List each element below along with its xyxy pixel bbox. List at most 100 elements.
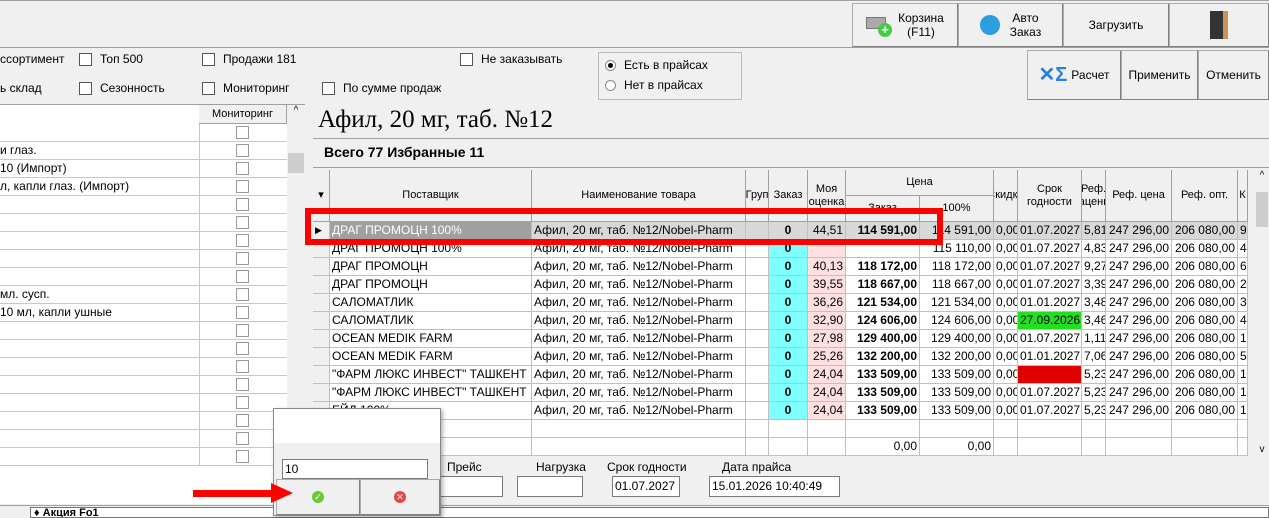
left-list-item[interactable] <box>0 394 287 412</box>
quantity-input[interactable]: 10 <box>282 459 428 479</box>
monitoring-checkbox[interactable] <box>236 216 249 229</box>
monitoring-checkbox[interactable] <box>236 252 249 265</box>
cancel-button[interactable]: Отменить <box>1198 50 1269 100</box>
left-list-item[interactable] <box>0 358 287 376</box>
header-extra[interactable]: К <box>1238 170 1248 222</box>
empty-cell <box>1238 420 1248 438</box>
filter-do-not-order[interactable]: Не заказывать <box>460 52 562 66</box>
grid-scrollbar[interactable]: ^ v <box>1255 170 1269 455</box>
monitoring-checkbox[interactable] <box>236 162 249 175</box>
price-field[interactable] <box>440 476 503 497</box>
cell-ref_markup: 3,46 <box>1082 312 1106 330</box>
cart-button[interactable]: + Корзина (F11) <box>852 3 958 47</box>
checkbox[interactable] <box>460 52 473 66</box>
header-discount[interactable]: Скидка <box>994 170 1018 222</box>
monitoring-checkbox[interactable] <box>236 180 249 193</box>
monitoring-checkbox[interactable] <box>236 450 249 463</box>
filter-by-sales-sum[interactable]: По сумме продаж <box>322 81 441 95</box>
cell-discount: 0,00 <box>994 294 1018 312</box>
monitoring-checkbox[interactable] <box>236 288 249 301</box>
left-list-item[interactable] <box>0 340 287 358</box>
cell-extra: 2 <box>1238 276 1248 294</box>
cell-order[interactable]: 0 <box>769 276 808 294</box>
monitoring-checkbox[interactable] <box>236 270 249 283</box>
apply-button[interactable]: Применить <box>1121 50 1198 100</box>
left-list-item[interactable] <box>0 124 287 142</box>
radio-in-prices[interactable]: Есть в прайсах <box>605 55 735 75</box>
left-list-item[interactable] <box>0 448 287 466</box>
left-list-item[interactable]: мл. сусп. <box>0 286 287 304</box>
monitoring-checkbox[interactable] <box>236 378 249 391</box>
load-field[interactable] <box>517 476 583 497</box>
left-list-item[interactable] <box>0 196 287 214</box>
filter-monitoring[interactable]: Мониторинг <box>202 81 290 95</box>
expiry-field[interactable]: 01.07.2027 <box>612 476 680 497</box>
left-list-item[interactable]: и глаз. <box>0 142 287 160</box>
promo-tab[interactable]: ♦ Акция Fo1 <box>30 507 1269 518</box>
monitoring-checkbox[interactable] <box>236 144 249 157</box>
cell-order[interactable]: 0 <box>769 258 808 276</box>
monitoring-checkbox[interactable] <box>236 342 249 355</box>
cell-order[interactable]: 0 <box>769 294 808 312</box>
checkbox[interactable] <box>79 81 92 95</box>
cell-group <box>746 402 769 420</box>
cell-expiry: 01.07.2027 <box>1018 240 1082 258</box>
left-list-item[interactable] <box>0 322 287 340</box>
cell-expiry: 01.01.2027 <box>1018 348 1082 366</box>
checkbox[interactable] <box>322 81 335 95</box>
left-list-item[interactable]: 10 мл, капли ушные <box>0 304 287 322</box>
cell-discount: 0,00 <box>994 258 1018 276</box>
monitoring-checkbox[interactable] <box>236 198 249 211</box>
totals-cell <box>1082 438 1106 456</box>
cell-order[interactable]: 0 <box>769 384 808 402</box>
checkbox[interactable] <box>202 52 215 66</box>
cancel-popup-button[interactable]: ✕ <box>360 479 440 515</box>
cell-order[interactable]: 0 <box>769 348 808 366</box>
cell-order[interactable]: 0 <box>769 366 808 384</box>
auto-order-button[interactable]: Авто Заказ <box>958 3 1063 47</box>
left-list-item[interactable]: 10 (Импорт) <box>0 160 287 178</box>
left-list-item[interactable] <box>0 214 287 232</box>
left-list-item[interactable] <box>0 430 287 448</box>
left-list-item[interactable]: л, капли глаз. (Импорт) <box>0 178 287 196</box>
filter-sales181[interactable]: Продажи 181 <box>202 52 296 66</box>
cell-group <box>746 384 769 402</box>
header-price[interactable]: Цена <box>846 170 994 196</box>
calc-button[interactable]: ✕Σ Расчет <box>1027 50 1121 100</box>
cell-order[interactable]: 0 <box>769 330 808 348</box>
cell-ref_opt: 206 080,00 <box>1172 276 1238 294</box>
filter-stock[interactable]: ь склад <box>0 81 42 95</box>
cell-order[interactable]: 0 <box>769 402 808 420</box>
price-date-field[interactable]: 15.01.2026 10:40:49 <box>709 476 840 497</box>
left-list-item[interactable] <box>0 376 287 394</box>
header-ref_price[interactable]: Реф. цена <box>1106 170 1172 222</box>
cell-discount: 0,00 <box>994 366 1018 384</box>
monitoring-checkbox[interactable] <box>236 432 249 445</box>
radio-not-in-prices[interactable]: Нет в прайсах <box>605 75 735 95</box>
monitoring-checkbox[interactable] <box>236 360 249 373</box>
header-expiry[interactable]: Срок годности <box>1018 170 1082 222</box>
header-ref_markup[interactable]: Реф. наценка <box>1082 170 1106 222</box>
filter-assortment[interactable]: ссортимент <box>0 52 64 66</box>
cell-ref_opt: 206 080,00 <box>1172 240 1238 258</box>
exit-button[interactable] <box>1169 3 1269 47</box>
monitoring-checkbox[interactable] <box>236 306 249 319</box>
monitoring-checkbox[interactable] <box>236 126 249 139</box>
left-list-item[interactable] <box>0 250 287 268</box>
left-list-item[interactable] <box>0 268 287 286</box>
left-list-item[interactable] <box>0 412 287 430</box>
monitoring-checkbox[interactable] <box>236 234 249 247</box>
load-button[interactable]: Загрузить <box>1063 3 1169 47</box>
monitoring-checkbox[interactable] <box>236 396 249 409</box>
filter-seasonality[interactable]: Сезонность <box>79 81 165 95</box>
checkbox[interactable] <box>202 81 215 95</box>
empty-cell <box>1172 420 1238 438</box>
monitoring-checkbox[interactable] <box>236 324 249 337</box>
cell-price-order: 132 200,00 <box>846 348 920 366</box>
cell-order[interactable]: 0 <box>769 312 808 330</box>
header-ref_opt[interactable]: Реф. опт. <box>1172 170 1238 222</box>
left-list-item[interactable] <box>0 232 287 250</box>
checkbox[interactable] <box>79 52 92 66</box>
monitoring-checkbox[interactable] <box>236 414 249 427</box>
filter-top500[interactable]: Топ 500 <box>79 52 143 66</box>
